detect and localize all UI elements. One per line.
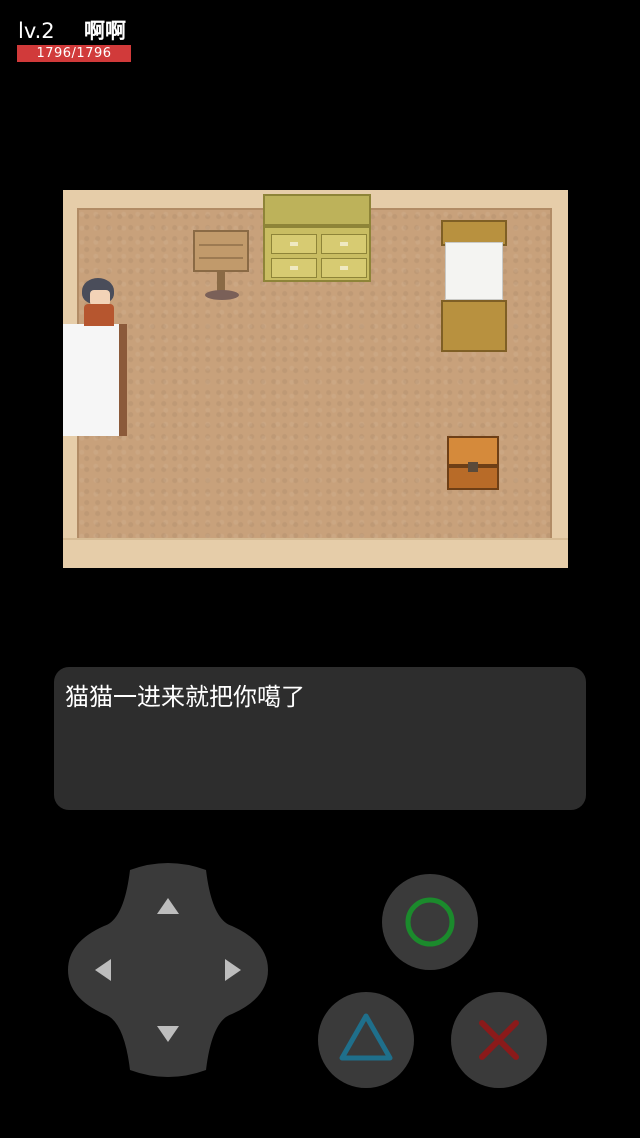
game-screen: lv.2 啊啊 1796/1796 猫猫一进来就把你噶了 — [0, 0, 640, 1138]
dialog-box[interactable]: 猫猫一进来就把你噶了 — [54, 667, 586, 810]
room-wall-bottom — [63, 538, 568, 568]
triangle-icon — [339, 1013, 393, 1061]
dialog-message: 猫猫一进来就把你噶了 — [65, 683, 305, 711]
signpost[interactable] — [191, 226, 251, 302]
hp-bar: 1796/1796 — [17, 45, 131, 62]
drawer — [271, 258, 317, 278]
chest-lock-icon — [468, 462, 478, 472]
cross-button[interactable] — [451, 992, 547, 1088]
bed-sheet — [63, 324, 121, 436]
player-name: 啊啊 — [84, 19, 126, 43]
player-level: lv.2 — [18, 19, 55, 43]
bed-frame — [119, 324, 127, 436]
bed-partial[interactable] — [63, 324, 127, 436]
dpad[interactable] — [60, 862, 276, 1078]
cross-icon — [479, 1020, 519, 1060]
dresser[interactable] — [263, 194, 371, 284]
dpad-shape — [68, 863, 268, 1077]
drawer — [321, 258, 367, 278]
circle-button[interactable] — [382, 874, 478, 970]
sign-base — [205, 290, 239, 300]
sign-board — [193, 230, 249, 272]
treasure-chest[interactable] — [447, 436, 499, 490]
player-character — [78, 278, 120, 326]
circle-icon — [405, 897, 455, 947]
character-body — [84, 304, 114, 326]
hp-text: 1796/1796 — [36, 46, 112, 61]
room-wall-right — [552, 190, 568, 568]
bed-sheet — [445, 242, 503, 300]
bed[interactable] — [441, 220, 507, 352]
bed-footboard — [441, 300, 507, 352]
drawer — [271, 234, 317, 254]
drawer — [321, 234, 367, 254]
dresser-body — [263, 226, 371, 282]
dresser-top — [263, 194, 371, 226]
triangle-button[interactable] — [318, 992, 414, 1088]
game-map[interactable] — [63, 190, 568, 568]
